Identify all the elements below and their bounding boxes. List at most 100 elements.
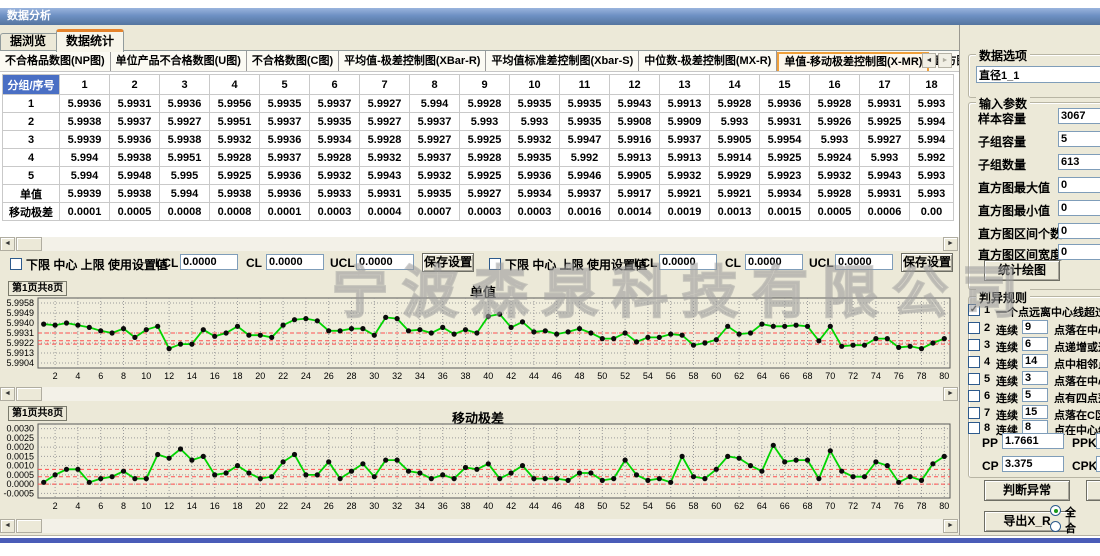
svg-text:76: 76 bbox=[894, 371, 904, 381]
rule-checkbox[interactable] bbox=[968, 373, 980, 385]
rule-count-field[interactable] bbox=[1022, 320, 1048, 334]
grid-scroll-right-icon[interactable]: ► bbox=[943, 237, 958, 251]
rule-checkbox[interactable] bbox=[968, 356, 980, 368]
grid-cell: 5.9925 bbox=[860, 113, 910, 131]
radio-all[interactable] bbox=[1050, 505, 1061, 516]
chart-type-tab-6[interactable]: 单值-移动极差控制图(X-MR) bbox=[777, 52, 929, 72]
svg-text:36: 36 bbox=[438, 501, 448, 511]
grid-cell: 5.9937 bbox=[260, 113, 310, 131]
chart-type-tab-3[interactable]: 平均值-极差控制图(XBar-R) bbox=[339, 51, 486, 72]
svg-text:5.9958: 5.9958 bbox=[6, 298, 34, 308]
svg-text:58: 58 bbox=[688, 501, 698, 511]
svg-text:62: 62 bbox=[734, 371, 744, 381]
cpk-value-field[interactable] bbox=[1096, 456, 1100, 472]
rule-number: 7 bbox=[984, 407, 990, 419]
rule-count-field[interactable] bbox=[1022, 388, 1048, 402]
lcl-field[interactable] bbox=[659, 254, 717, 270]
chart1-hscrollbar[interactable] bbox=[0, 387, 959, 401]
grid-cell: 5.9951 bbox=[210, 113, 260, 131]
param-field[interactable] bbox=[1058, 177, 1100, 193]
chart2-scroll-thumb[interactable] bbox=[16, 519, 42, 533]
rule-count-field[interactable] bbox=[1022, 371, 1048, 385]
chart-type-tab-4[interactable]: 平均值标准差控制图(Xbar-S) bbox=[486, 51, 639, 72]
param-field[interactable] bbox=[1058, 223, 1100, 239]
rule-count-field[interactable] bbox=[1022, 337, 1048, 351]
limit-checkbox[interactable] bbox=[10, 258, 22, 270]
param-field[interactable] bbox=[1058, 200, 1100, 216]
rule-checkbox[interactable] bbox=[968, 390, 980, 402]
svg-text:68: 68 bbox=[802, 371, 812, 381]
chart-type-tab-2[interactable]: 不合格数图(C图) bbox=[247, 51, 339, 72]
chart-type-tab-1[interactable]: 单位产品不合格数图(U图) bbox=[111, 51, 247, 72]
rule-count-field[interactable] bbox=[1022, 354, 1048, 368]
ucl-field[interactable] bbox=[835, 254, 893, 270]
lcl-label: LCL bbox=[155, 256, 178, 270]
rule-prefix-label: 连续 bbox=[996, 339, 1018, 355]
radio-alt[interactable] bbox=[1050, 521, 1061, 532]
svg-text:50: 50 bbox=[597, 371, 607, 381]
grid-cell: 5.9934 bbox=[760, 185, 810, 203]
chart-type-tab-0[interactable]: 不合格品数图(NP图) bbox=[0, 51, 111, 72]
grid-cell: 5.9937 bbox=[410, 113, 460, 131]
grid-cell: 5.9936 bbox=[60, 95, 110, 113]
grid-cell: 0.0015 bbox=[760, 203, 810, 221]
param-field[interactable] bbox=[1058, 108, 1100, 124]
grid-cell: 0.0005 bbox=[810, 203, 860, 221]
grid-cell: 5.993 bbox=[860, 149, 910, 167]
tabstrip-scroll-right-icon[interactable]: ► bbox=[938, 53, 952, 68]
cp-value-field[interactable] bbox=[1002, 456, 1064, 472]
grid-cell: 0.0003 bbox=[310, 203, 360, 221]
param-field[interactable] bbox=[1058, 154, 1100, 170]
grid-cell: 5.994 bbox=[160, 185, 210, 203]
param-field[interactable] bbox=[1058, 244, 1100, 260]
svg-text:20: 20 bbox=[255, 501, 265, 511]
save-settings-button[interactable]: 保存设置 bbox=[422, 253, 474, 272]
chart2-hscrollbar[interactable] bbox=[0, 519, 959, 533]
rule-checkbox[interactable] bbox=[968, 322, 980, 334]
svg-text:56: 56 bbox=[666, 371, 676, 381]
chart2-scroll-right-icon[interactable]: ► bbox=[943, 519, 958, 533]
rule-count-field[interactable] bbox=[1022, 405, 1048, 419]
grid-cell: 5.9935 bbox=[260, 95, 310, 113]
statistics-plot-button[interactable]: 统计绘图 bbox=[984, 260, 1060, 281]
grid-cell: 5.9935 bbox=[560, 113, 610, 131]
grid-cell: 5.9947 bbox=[560, 131, 610, 149]
chart1-scroll-left-icon[interactable]: ◄ bbox=[0, 387, 15, 401]
tabstrip-scroll-left-icon[interactable]: ◄ bbox=[922, 53, 936, 68]
grid-cell: 5.9925 bbox=[460, 131, 510, 149]
chart1-scroll-thumb[interactable] bbox=[16, 387, 42, 401]
grid-cell: 0.0019 bbox=[660, 203, 710, 221]
grid-scroll-thumb[interactable] bbox=[16, 237, 42, 251]
judge-anomaly-button[interactable]: 判断异常 bbox=[984, 480, 1070, 501]
svg-text:6: 6 bbox=[98, 371, 103, 381]
ucl-field[interactable] bbox=[356, 254, 414, 270]
data-options-combo[interactable] bbox=[976, 66, 1100, 83]
grid-cell: 5.9936 bbox=[160, 95, 210, 113]
chart1-scroll-right-icon[interactable]: ► bbox=[943, 387, 958, 401]
chart-type-tab-5[interactable]: 中位数-极差控制图(MX-R) bbox=[639, 51, 777, 72]
cl-field[interactable] bbox=[266, 254, 324, 270]
rule-count-field[interactable] bbox=[1022, 420, 1048, 434]
chart2-scroll-left-icon[interactable]: ◄ bbox=[0, 519, 15, 533]
param-field[interactable] bbox=[1058, 131, 1100, 147]
lcl-label: LCL bbox=[634, 256, 657, 270]
save-clipped-button[interactable]: 保 bbox=[1086, 480, 1100, 501]
rule-checkbox[interactable] bbox=[968, 422, 980, 434]
cl-field[interactable] bbox=[745, 254, 803, 270]
grid-cell: 5.9927 bbox=[410, 131, 460, 149]
save-settings-button[interactable]: 保存设置 bbox=[901, 253, 953, 272]
grid-cell: 5.9956 bbox=[210, 95, 260, 113]
rule-checkbox[interactable] bbox=[968, 339, 980, 351]
grid-hscrollbar[interactable] bbox=[0, 237, 959, 251]
rule-number: 6 bbox=[984, 390, 990, 402]
ppk-value-field[interactable] bbox=[1096, 433, 1100, 449]
limit-checkbox[interactable] bbox=[489, 258, 501, 270]
svg-text:38: 38 bbox=[460, 371, 470, 381]
lcl-field[interactable] bbox=[180, 254, 238, 270]
cp-label: CP bbox=[982, 459, 999, 473]
svg-text:64: 64 bbox=[757, 371, 767, 381]
tab-data-statistics[interactable]: 数据统计 bbox=[56, 29, 124, 52]
rule-checkbox[interactable] bbox=[968, 407, 980, 419]
pp-value-field[interactable] bbox=[1002, 433, 1064, 449]
grid-scroll-left-icon[interactable]: ◄ bbox=[0, 237, 15, 251]
